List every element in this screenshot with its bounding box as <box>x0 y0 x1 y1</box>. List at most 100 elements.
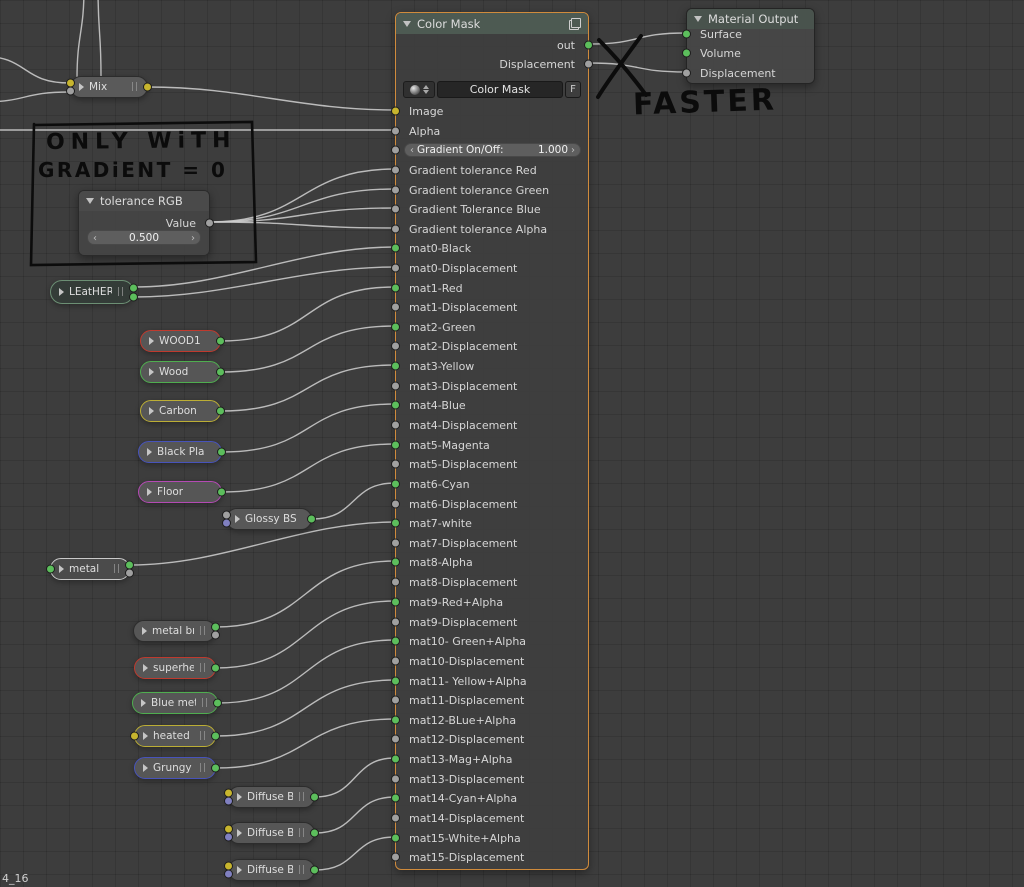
input-socket[interactable] <box>391 107 400 116</box>
tolerance-rgb-header[interactable]: tolerance RGB <box>79 191 209 211</box>
collapse-arrow-icon[interactable] <box>237 866 242 874</box>
input-socket[interactable] <box>391 578 400 587</box>
pill-node-grungy-m[interactable]: Grungy m <box>134 757 216 779</box>
input-socket[interactable] <box>391 303 400 312</box>
collapse-arrow-icon[interactable] <box>149 368 154 376</box>
pill-node-glossy-bs[interactable]: Glossy BS <box>226 508 312 530</box>
pill-socket[interactable] <box>224 797 233 806</box>
collapse-arrow-icon[interactable] <box>143 764 148 772</box>
pill-node-mix[interactable]: Mix <box>70 76 148 98</box>
pill-socket[interactable] <box>213 699 222 708</box>
input-socket[interactable] <box>391 716 400 725</box>
input-socket[interactable] <box>391 500 400 509</box>
input-socket[interactable] <box>391 696 400 705</box>
pill-socket[interactable] <box>125 569 134 578</box>
input-socket[interactable] <box>391 244 400 253</box>
pill-socket[interactable] <box>310 793 319 802</box>
collapse-arrow-icon[interactable] <box>79 83 84 91</box>
input-socket[interactable] <box>391 834 400 843</box>
tolerance-rgb-node[interactable]: tolerance RGB Value 0.500 <box>78 190 210 256</box>
pill-node-metal[interactable]: metal <box>50 558 130 580</box>
pill-node-diffuse-b[interactable]: Diffuse B <box>228 822 315 844</box>
pill-socket[interactable] <box>216 368 225 377</box>
collapse-arrow-icon[interactable] <box>237 793 242 801</box>
input-socket[interactable] <box>391 205 400 214</box>
pill-socket[interactable] <box>46 565 55 574</box>
output-socket[interactable] <box>584 60 593 69</box>
pill-socket[interactable] <box>211 764 220 773</box>
pill-node-carbon[interactable]: Carbon <box>140 400 221 422</box>
input-socket[interactable] <box>391 677 400 686</box>
pill-socket[interactable] <box>216 407 225 416</box>
input-socket[interactable] <box>391 362 400 371</box>
input-socket[interactable] <box>391 382 400 391</box>
fake-user-button[interactable]: F <box>565 81 581 98</box>
nodetree-browse-button[interactable] <box>403 81 435 98</box>
pill-socket[interactable] <box>211 732 220 741</box>
input-socket[interactable] <box>391 460 400 469</box>
input-socket[interactable] <box>682 49 691 58</box>
pill-node-superhero[interactable]: superhero <box>134 657 216 679</box>
slider-decrement-icon[interactable] <box>410 144 414 156</box>
pill-socket[interactable] <box>66 87 75 96</box>
pill-socket[interactable] <box>216 337 225 346</box>
input-socket[interactable] <box>391 755 400 764</box>
pill-socket[interactable] <box>217 488 226 497</box>
input-socket[interactable] <box>391 794 400 803</box>
input-socket[interactable] <box>391 225 400 234</box>
collapse-arrow-icon[interactable] <box>235 515 240 523</box>
input-socket[interactable] <box>391 127 400 136</box>
pill-socket[interactable] <box>143 83 152 92</box>
slider-increment-icon[interactable] <box>571 144 575 156</box>
pill-node-heated-m[interactable]: heated m <box>134 725 216 747</box>
input-socket[interactable] <box>391 814 400 823</box>
collapse-arrow-icon[interactable] <box>147 448 152 456</box>
pill-node-blue-metal[interactable]: Blue metal <box>132 692 218 714</box>
pill-socket[interactable] <box>129 283 138 292</box>
input-socket[interactable] <box>391 558 400 567</box>
pill-node-wood1[interactable]: WOOD1 <box>140 330 221 352</box>
collapse-arrow-icon[interactable] <box>149 407 154 415</box>
pill-node-leather[interactable]: LEatHER <box>50 280 134 304</box>
input-socket[interactable] <box>391 264 400 273</box>
pill-socket[interactable] <box>211 664 220 673</box>
value-output-socket[interactable] <box>205 219 214 228</box>
pill-socket[interactable] <box>224 870 233 879</box>
pill-node-diffuse-b[interactable]: Diffuse B <box>228 859 315 881</box>
input-socket[interactable] <box>391 853 400 862</box>
input-socket[interactable] <box>391 166 400 175</box>
pill-socket[interactable] <box>310 829 319 838</box>
input-socket[interactable] <box>391 539 400 548</box>
input-socket[interactable] <box>391 735 400 744</box>
collapse-arrow-icon[interactable] <box>59 565 64 573</box>
pill-node-black-pla[interactable]: Black Pla <box>138 441 222 463</box>
pill-node-wood[interactable]: Wood <box>140 361 221 383</box>
pill-socket[interactable] <box>211 631 220 640</box>
pill-socket[interactable] <box>224 833 233 842</box>
collapse-arrow-icon[interactable] <box>149 337 154 345</box>
input-socket[interactable] <box>391 657 400 666</box>
slider-increment-icon[interactable] <box>191 232 195 244</box>
material-output-node[interactable]: Material Output SurfaceVolumeDisplacemen… <box>686 8 815 84</box>
input-socket[interactable] <box>391 342 400 351</box>
collapse-arrow-icon[interactable] <box>147 488 152 496</box>
input-socket[interactable] <box>391 323 400 332</box>
input-socket[interactable] <box>682 30 691 39</box>
input-socket[interactable] <box>391 637 400 646</box>
pill-socket[interactable] <box>310 866 319 875</box>
input-socket[interactable] <box>391 775 400 784</box>
input-socket[interactable] <box>391 284 400 293</box>
collapse-arrow-icon[interactable] <box>142 627 147 635</box>
pill-node-floor[interactable]: Floor <box>138 481 222 503</box>
input-socket[interactable] <box>391 146 400 155</box>
node-editor-canvas[interactable]: Color Mask outDisplacementImageAlphaGrad… <box>0 0 1024 887</box>
tolerance-value-slider[interactable]: 0.500 <box>87 230 201 245</box>
nodetree-name-input[interactable]: Color Mask <box>437 81 563 98</box>
pill-socket[interactable] <box>217 448 226 457</box>
pill-node-metal-bru[interactable]: metal bru <box>133 620 216 642</box>
pill-socket[interactable] <box>307 515 316 524</box>
slider-decrement-icon[interactable] <box>93 232 97 244</box>
input-socket[interactable] <box>391 519 400 528</box>
input-socket[interactable] <box>391 598 400 607</box>
color-mask-node[interactable]: Color Mask outDisplacementImageAlphaGrad… <box>395 12 589 870</box>
